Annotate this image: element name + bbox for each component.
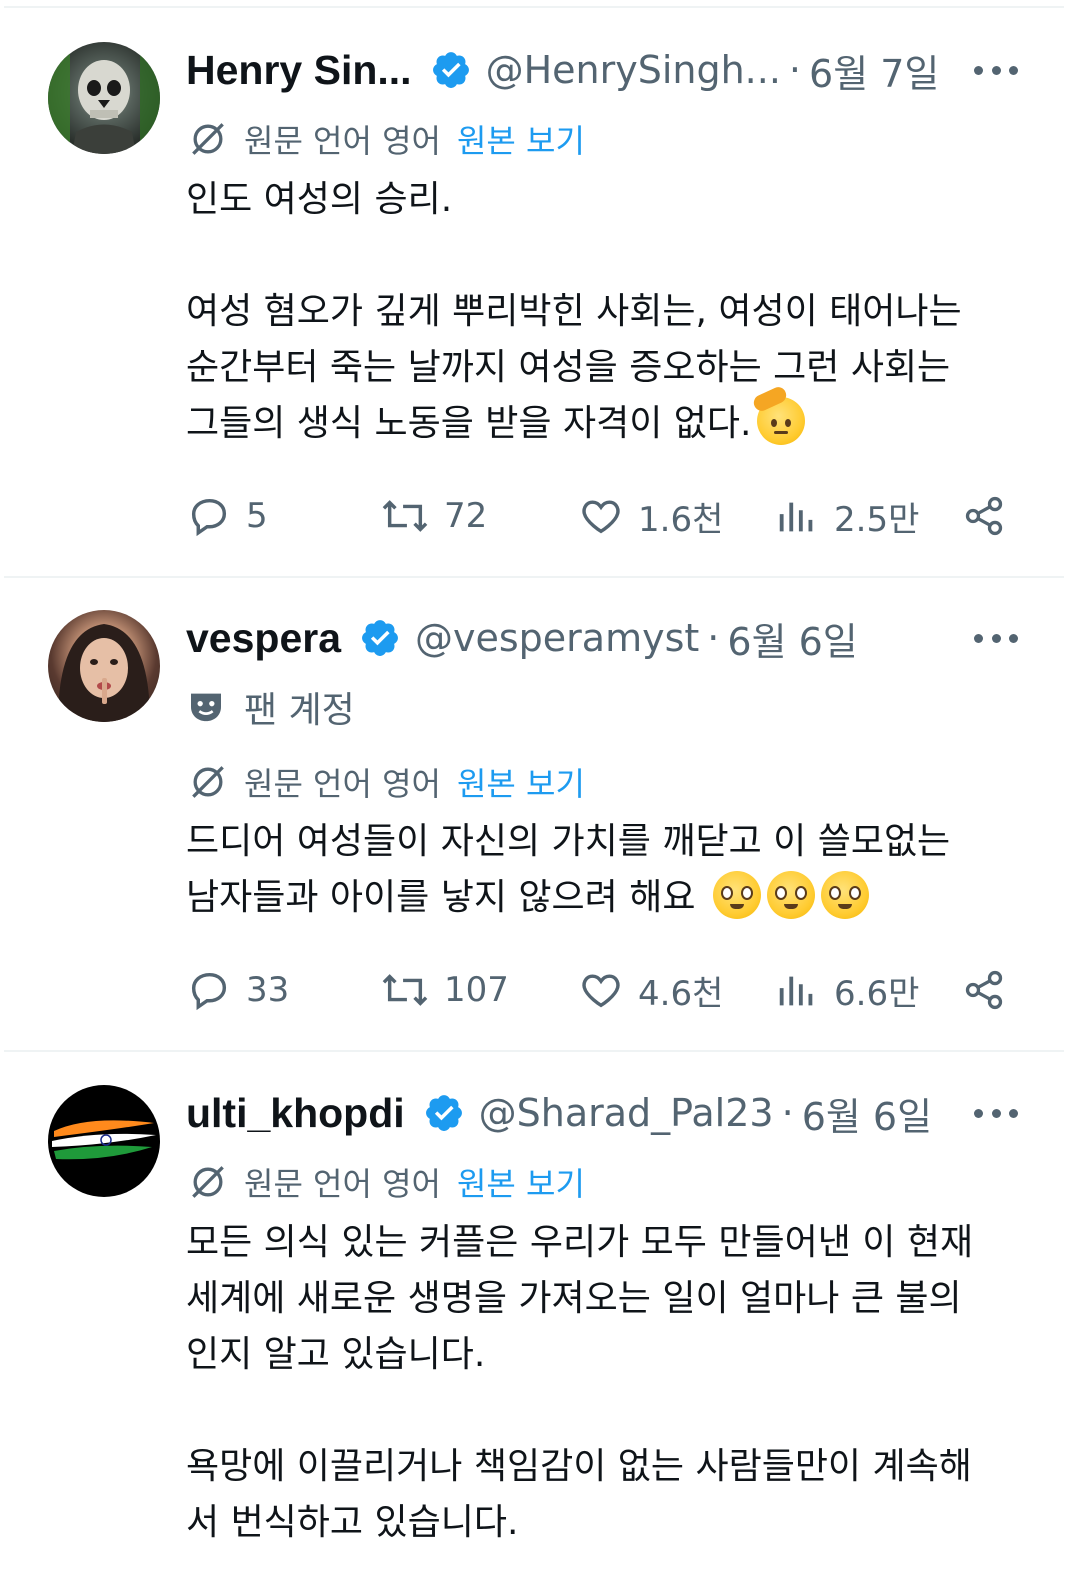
heart-icon: [582, 500, 620, 534]
separator-dot: ·: [788, 48, 802, 92]
separator-dot: ·: [781, 1091, 794, 1135]
more-options-icon[interactable]: [974, 1103, 1018, 1123]
skull-mask-avatar-icon: [48, 42, 160, 154]
like-button[interactable]: 4.6천: [578, 965, 723, 1015]
tweet-text: 인도 여성의 승리. 여성 혐오가 깊게 뿌리박힌 사회는, 여성이 태어나는 …: [186, 172, 1020, 452]
views-button[interactable]: 6.6만: [774, 965, 919, 1015]
like-count: 4.6천: [638, 973, 724, 1014]
like-count: 1.6천: [638, 499, 724, 540]
saluting-face-emoji-icon: [751, 384, 806, 445]
view-count: 6.6만: [834, 973, 920, 1014]
show-original-link[interactable]: 원본 보기: [457, 116, 585, 162]
verified-badge-icon: [430, 49, 472, 91]
reply-icon: [191, 498, 227, 537]
translate-icon: [192, 766, 224, 798]
more-options-icon[interactable]: [974, 60, 1018, 80]
tweet-text: 모든 의식 있는 커플은 우리가 모두 만들어낸 이 현재 세계에 새로운 생명…: [186, 1215, 1020, 1551]
view-count: 2.5만: [834, 499, 920, 540]
reply-count: 33: [246, 970, 290, 1010]
person-avatar-icon: [58, 624, 150, 722]
tweet-header: Henry Sin... @HenrySingh... · 6월 7일: [186, 40, 1020, 100]
translation-label: 원문 언어 영어: [244, 122, 441, 160]
translation-label: 원문 언어 영어: [244, 1165, 441, 1203]
views-button[interactable]: 2.5만: [774, 491, 919, 541]
display-name[interactable]: vespera: [186, 615, 341, 662]
fan-account-badge: 팬 계정: [186, 682, 355, 732]
timestamp[interactable]: 6월 6일: [802, 1086, 932, 1141]
display-name[interactable]: ulti_khopdi: [186, 1090, 405, 1137]
reply-button[interactable]: 33: [186, 965, 289, 1015]
verified-badge-icon: [423, 1092, 465, 1134]
analytics-bar-icon: [779, 976, 813, 1006]
translation-row: 원문 언어 영어 원본 보기: [186, 1157, 585, 1207]
username-handle[interactable]: @HenrySingh...: [486, 48, 781, 92]
analytics-bar-icon: [779, 502, 813, 532]
tweet-text-content: 인도 여성의 승리. 여성 혐오가 깊게 뿌리박힌 사회는, 여성이 태어나는 …: [186, 179, 962, 444]
avatar[interactable]: [48, 610, 160, 722]
show-original-link[interactable]: 원본 보기: [457, 759, 585, 805]
repost-button[interactable]: 107: [380, 965, 509, 1015]
tweet-text: 드디어 여성들이 자신의 가치를 깨닫고 이 쓸모없는 남자들과 아이를 낳지 …: [186, 814, 1020, 926]
translation-row: 원문 언어 영어 원본 보기: [186, 114, 585, 164]
heart-icon: [582, 974, 620, 1008]
tweet[interactable]: Henry Sin... @HenrySingh... · 6월 7일 원문 언…: [0, 0, 1080, 578]
translation-row: 원문 언어 영어 원본 보기: [186, 757, 585, 807]
tweet-actions: 33 107 4.6천 6.6만: [186, 965, 1020, 1015]
fan-account-label: 팬 계정: [244, 690, 355, 731]
display-name[interactable]: Henry Sin...: [186, 47, 412, 94]
translate-icon: [192, 1166, 224, 1198]
like-button[interactable]: 1.6천: [578, 491, 723, 541]
share-icon: [965, 970, 1003, 1010]
verified-badge-icon: [359, 617, 401, 659]
tweet-text-content: 모든 의식 있는 커플은 우리가 모두 만들어낸 이 현재 세계에 새로운 생명…: [186, 1222, 974, 1543]
tweet-actions: 5 72 1.6천 2.5만: [186, 491, 1020, 541]
repost-button[interactable]: 72: [380, 491, 487, 541]
tweet-header: ulti_khopdi @Sharad_Pal23 · 6월 6일: [186, 1083, 1020, 1143]
separator-dot: ·: [707, 616, 720, 660]
translation-label: 원문 언어 영어: [244, 765, 441, 803]
pleading-face-emoji-icon: [712, 871, 761, 919]
avatar[interactable]: [48, 42, 160, 154]
reply-icon: [191, 972, 227, 1011]
username-handle[interactable]: @vesperamyst: [415, 616, 699, 660]
share-button[interactable]: [962, 965, 1020, 1015]
repost-count: 107: [444, 970, 509, 1010]
reply-count: 5: [246, 496, 268, 536]
timestamp[interactable]: 6월 7일: [809, 43, 939, 98]
more-options-icon[interactable]: [974, 628, 1018, 648]
pleading-face-emoji-icon: [766, 871, 815, 919]
theater-mask-icon: [191, 693, 221, 722]
tweet-header: vespera @vesperamyst · 6월 6일: [186, 608, 1020, 668]
timestamp[interactable]: 6월 6일: [727, 611, 857, 666]
tweet[interactable]: ulti_khopdi @Sharad_Pal23 · 6월 6일 원문 언어 …: [0, 1052, 1080, 1587]
india-flag-avatar-icon: [52, 1120, 156, 1160]
pleading-face-emoji-icon: [820, 871, 869, 919]
show-original-link[interactable]: 원본 보기: [457, 1159, 585, 1205]
avatar[interactable]: [48, 1085, 160, 1197]
share-button[interactable]: [962, 491, 1020, 541]
reply-button[interactable]: 5: [186, 491, 268, 541]
translate-icon: [192, 123, 224, 155]
share-icon: [965, 496, 1003, 536]
repost-icon: [382, 974, 428, 1006]
tweet[interactable]: vespera @vesperamyst · 6월 6일 팬 계정 원문 언어 …: [0, 578, 1080, 1052]
username-handle[interactable]: @Sharad_Pal23: [479, 1091, 774, 1135]
repost-icon: [382, 500, 428, 532]
repost-count: 72: [444, 496, 488, 536]
